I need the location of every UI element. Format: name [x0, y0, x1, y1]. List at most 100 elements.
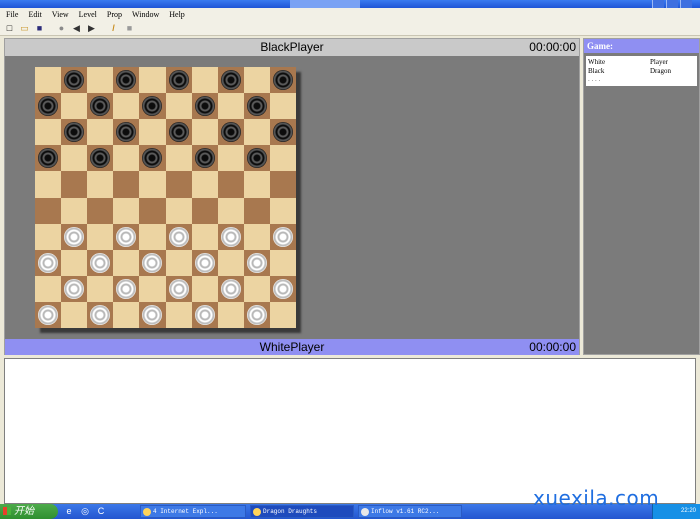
white-piece[interactable] [168, 278, 189, 299]
board-square[interactable] [269, 223, 296, 250]
start-button[interactable]: 开始 [0, 504, 58, 519]
board-square[interactable] [217, 223, 244, 250]
white-piece[interactable] [64, 278, 85, 299]
white-piece[interactable] [64, 226, 85, 247]
board-square[interactable] [243, 93, 270, 120]
black-piece[interactable] [38, 96, 58, 117]
board-square[interactable] [139, 223, 166, 250]
board-square[interactable] [113, 67, 140, 94]
board-square[interactable] [113, 119, 140, 146]
board-square[interactable] [35, 171, 62, 198]
board-square[interactable] [217, 301, 244, 328]
pencil-icon[interactable]: / [108, 23, 119, 34]
board-square[interactable] [269, 275, 296, 302]
board-square[interactable] [191, 223, 218, 250]
board-square[interactable] [165, 171, 192, 198]
white-piece[interactable] [194, 252, 215, 273]
board-square[interactable] [139, 249, 166, 276]
close-button[interactable] [680, 0, 692, 8]
menu-help[interactable]: Help [169, 8, 185, 21]
white-piece[interactable] [246, 304, 267, 325]
black-piece[interactable] [194, 148, 215, 169]
board-square[interactable] [139, 301, 166, 328]
app-quicklaunch-icon[interactable]: C [96, 506, 106, 516]
board-square[interactable] [217, 93, 244, 120]
black-piece[interactable] [38, 148, 58, 169]
white-piece[interactable] [220, 278, 241, 299]
menu-level[interactable]: Level [79, 8, 97, 21]
black-piece[interactable] [168, 70, 189, 90]
media-quicklaunch-icon[interactable]: ◎ [80, 506, 90, 516]
minimize-button[interactable] [652, 0, 664, 8]
board-square[interactable] [61, 145, 88, 172]
board-square[interactable] [217, 249, 244, 276]
board-square[interactable] [61, 119, 88, 146]
black-piece[interactable] [64, 70, 85, 90]
board-square[interactable] [269, 301, 296, 328]
board-square[interactable] [139, 275, 166, 302]
black-piece[interactable] [116, 70, 137, 90]
board-square[interactable] [269, 249, 296, 276]
board-square[interactable] [87, 197, 114, 224]
board-square[interactable] [191, 171, 218, 198]
white-piece[interactable] [272, 226, 293, 247]
menu-window[interactable]: Window [132, 8, 159, 21]
taskbar-item-internet-explorer[interactable]: 4 Internet Expl... [140, 505, 246, 518]
board-square[interactable] [217, 171, 244, 198]
board-square[interactable] [61, 249, 88, 276]
black-piece[interactable] [220, 70, 241, 90]
board-square[interactable] [61, 171, 88, 198]
grey-square-icon[interactable]: ■ [124, 23, 135, 34]
board-square[interactable] [35, 67, 62, 94]
black-piece[interactable] [116, 122, 137, 143]
board-square[interactable] [87, 249, 114, 276]
black-piece[interactable] [90, 148, 111, 169]
board-square[interactable] [87, 171, 114, 198]
board-square[interactable] [191, 93, 218, 120]
board-square[interactable] [113, 249, 140, 276]
white-piece[interactable] [142, 252, 163, 273]
save-icon[interactable]: ■ [34, 23, 45, 34]
board-square[interactable] [61, 301, 88, 328]
new-file-icon[interactable]: □ [4, 23, 15, 34]
board-square[interactable] [243, 249, 270, 276]
board-square[interactable] [269, 119, 296, 146]
board-square[interactable] [165, 301, 192, 328]
board-square[interactable] [243, 119, 270, 146]
board-square[interactable] [87, 67, 114, 94]
board-square[interactable] [61, 67, 88, 94]
board-square[interactable] [217, 67, 244, 94]
board-square[interactable] [269, 93, 296, 120]
board-square[interactable] [191, 275, 218, 302]
board-square[interactable] [191, 67, 218, 94]
board-square[interactable] [139, 171, 166, 198]
board-square[interactable] [61, 197, 88, 224]
board-square[interactable] [87, 145, 114, 172]
forward-arrow-icon[interactable]: ▶ [86, 23, 97, 34]
board-square[interactable] [113, 171, 140, 198]
white-piece[interactable] [194, 304, 215, 325]
board-square[interactable] [217, 275, 244, 302]
white-piece[interactable] [246, 252, 267, 273]
board-square[interactable] [191, 301, 218, 328]
board-square[interactable] [35, 249, 62, 276]
board-square[interactable] [113, 301, 140, 328]
board-square[interactable] [269, 145, 296, 172]
white-piece[interactable] [168, 226, 189, 247]
board-square[interactable] [217, 119, 244, 146]
board-square[interactable] [165, 119, 192, 146]
board-square[interactable] [61, 223, 88, 250]
white-piece[interactable] [38, 304, 58, 325]
menu-file[interactable]: File [6, 8, 18, 21]
white-piece[interactable] [90, 304, 111, 325]
board-square[interactable] [87, 119, 114, 146]
board-square[interactable] [217, 197, 244, 224]
board-square[interactable] [139, 93, 166, 120]
board-square[interactable] [35, 197, 62, 224]
board-square[interactable] [243, 145, 270, 172]
board-square[interactable] [113, 275, 140, 302]
move-log-panel[interactable] [4, 358, 696, 504]
board-square[interactable] [113, 145, 140, 172]
black-piece[interactable] [168, 122, 189, 143]
board-square[interactable] [165, 197, 192, 224]
